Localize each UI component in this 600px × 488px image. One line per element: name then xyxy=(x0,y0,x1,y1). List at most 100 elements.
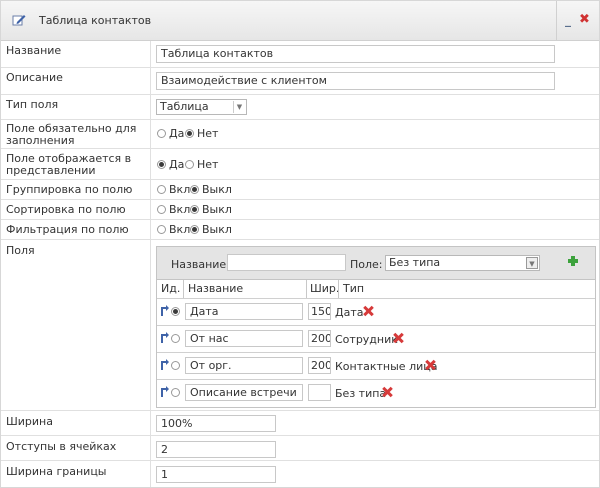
grouping-off-label: Выкл xyxy=(202,183,232,196)
filter-label: Фильтрация по полю xyxy=(1,220,151,239)
edit-icon xyxy=(12,15,26,26)
delete-icon[interactable] xyxy=(393,333,403,343)
name-input[interactable]: Таблица контактов xyxy=(156,45,555,63)
panel-header: Таблица контактов _ ✖ xyxy=(1,1,599,41)
drag-handle-icon[interactable] xyxy=(160,332,170,344)
name-label: Название xyxy=(1,41,151,67)
col-type: Тип xyxy=(343,282,365,295)
cell-padding-label: Отступы в ячейках xyxy=(1,436,151,460)
new-field-type-value: Без типа xyxy=(389,256,441,269)
drag-handle-icon[interactable] xyxy=(160,386,170,398)
sorting-off-radio[interactable] xyxy=(190,205,199,214)
field-width-input[interactable]: 200 xyxy=(308,330,331,347)
field-type-label: Тип поля xyxy=(1,95,151,119)
contact-table-panel: Таблица контактов _ ✖ Название Таблица к… xyxy=(0,0,600,488)
row-field-type: Тип поля Таблица ▼ xyxy=(1,95,599,120)
field-width-input[interactable]: 200 xyxy=(308,357,331,374)
col-name: Название xyxy=(188,282,244,295)
shown-label: Поле отображается в представлении xyxy=(1,149,151,179)
delete-icon[interactable] xyxy=(425,360,435,370)
row-description: Описание Взаимодействие с клиентом xyxy=(1,68,599,95)
description-input[interactable]: Взаимодействие с клиентом xyxy=(156,72,555,90)
table-row: От орг. 200 Контактные лица xyxy=(157,352,595,378)
row-grouping: Группировка по полю Вкл Выкл xyxy=(1,180,599,200)
header-divider xyxy=(556,1,557,41)
panel-title: Таблица контактов xyxy=(39,14,152,27)
col-id: Ид. xyxy=(161,282,181,295)
field-name-input[interactable]: Описание встречи xyxy=(185,384,303,401)
width-label: Ширина xyxy=(1,411,151,435)
col-width: Шир. xyxy=(310,282,340,295)
field-type-text: Дата xyxy=(335,306,364,319)
chevron-down-icon: ▼ xyxy=(233,101,245,113)
row-filter: Фильтрация по полю Вкл Выкл xyxy=(1,220,599,240)
row-select-radio[interactable] xyxy=(171,334,180,343)
required-yes-radio[interactable] xyxy=(157,129,166,138)
minimize-icon[interactable]: _ xyxy=(565,13,575,27)
filter-off-label: Выкл xyxy=(202,223,232,236)
field-width-input[interactable] xyxy=(308,384,331,401)
filter-on-radio[interactable] xyxy=(157,225,166,234)
field-type-value: Таблица xyxy=(160,100,209,113)
col-divider xyxy=(183,280,184,298)
table-row: Дата 150 Дата xyxy=(157,298,595,324)
row-select-radio[interactable] xyxy=(171,388,180,397)
fields-editor: Название: Поле: Без типа ▼ Ид. Название … xyxy=(156,246,596,408)
shown-no-label: Нет xyxy=(197,158,219,171)
cell-padding-input[interactable]: 2 xyxy=(156,441,276,458)
row-select-radio[interactable] xyxy=(171,361,180,370)
required-no-radio[interactable] xyxy=(185,129,194,138)
row-select-radio[interactable] xyxy=(171,307,180,316)
fields-label: Поля xyxy=(1,240,151,410)
sorting-off-label: Выкл xyxy=(202,203,232,216)
field-type-text: Контактные лица xyxy=(335,360,438,373)
grouping-off-radio[interactable] xyxy=(190,185,199,194)
field-name-input[interactable]: От нас xyxy=(185,330,303,347)
width-input[interactable]: 100% xyxy=(156,415,276,432)
sorting-label: Сортировка по полю xyxy=(1,200,151,219)
row-shown: Поле отображается в представлении Да Нет xyxy=(1,149,599,180)
drag-handle-icon[interactable] xyxy=(160,359,170,371)
new-field-type-label: Поле: xyxy=(350,258,383,271)
row-width: Ширина 100% xyxy=(1,411,599,436)
delete-icon[interactable] xyxy=(363,306,373,316)
sorting-on-label: Вкл xyxy=(169,203,191,216)
new-field-name-label: Название: xyxy=(171,258,230,271)
grouping-label: Группировка по полю xyxy=(1,180,151,199)
sorting-on-radio[interactable] xyxy=(157,205,166,214)
table-row: Описание встречи Без типа xyxy=(157,379,595,405)
row-sorting: Сортировка по полю Вкл Выкл xyxy=(1,200,599,220)
col-divider xyxy=(306,280,307,298)
filter-off-radio[interactable] xyxy=(190,225,199,234)
drag-handle-icon[interactable] xyxy=(160,305,170,317)
grouping-on-radio[interactable] xyxy=(157,185,166,194)
field-width-input[interactable]: 150 xyxy=(308,303,331,320)
new-field-type-select[interactable]: Без типа ▼ xyxy=(385,255,540,271)
col-divider xyxy=(338,280,339,298)
shown-yes-label: Да xyxy=(169,158,185,171)
row-cell-padding: Отступы в ячейках 2 xyxy=(1,436,599,461)
fields-editor-toolbar: Название: Поле: Без типа ▼ xyxy=(157,247,595,280)
row-required: Поле обязательно для заполнения Да Нет xyxy=(1,120,599,149)
delete-icon[interactable] xyxy=(382,387,392,397)
field-type-select[interactable]: Таблица ▼ xyxy=(156,99,247,115)
filter-on-label: Вкл xyxy=(169,223,191,236)
border-width-input[interactable]: 1 xyxy=(156,466,276,483)
field-name-input[interactable]: От орг. xyxy=(185,357,303,374)
row-border-width: Ширина границы 1 xyxy=(1,461,599,487)
required-no-label: Нет xyxy=(197,127,219,140)
required-yes-label: Да xyxy=(169,127,185,140)
chevron-down-icon: ▼ xyxy=(526,257,538,269)
shown-yes-radio[interactable] xyxy=(157,160,166,169)
description-label: Описание xyxy=(1,68,151,94)
add-field-icon[interactable] xyxy=(568,256,578,266)
table-row: От нас 200 Сотрудник xyxy=(157,325,595,351)
field-type-text: Без типа xyxy=(335,387,387,400)
close-icon[interactable]: ✖ xyxy=(579,13,590,27)
field-type-text: Сотрудник xyxy=(335,333,398,346)
field-name-input[interactable]: Дата xyxy=(185,303,303,320)
grouping-on-label: Вкл xyxy=(169,183,191,196)
new-field-name-input[interactable] xyxy=(227,254,346,271)
border-width-label: Ширина границы xyxy=(1,461,151,487)
shown-no-radio[interactable] xyxy=(185,160,194,169)
